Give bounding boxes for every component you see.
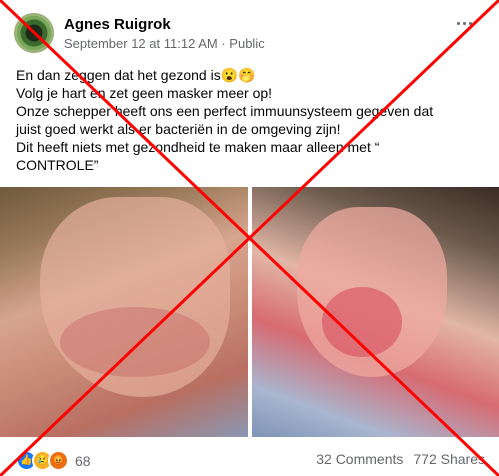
angry-reaction-icon: 😡 — [48, 450, 69, 471]
post-text-line: En dan zeggen dat het gezond is😮🤭 — [16, 67, 256, 83]
photo-right[interactable] — [252, 187, 499, 437]
author-name[interactable]: Agnes Ruigrok — [64, 16, 265, 33]
separator: · — [221, 35, 226, 51]
reactions[interactable]: 👍 😢 😡 68 — [16, 450, 91, 471]
post-footer: 👍 😢 😡 68 32 Comments 772 Shares — [0, 441, 499, 476]
post-text: En dan zeggen dat het gezond is😮🤭 Volg j… — [16, 66, 486, 174]
irritation-shape — [60, 307, 210, 377]
post-date[interactable]: September 12 at 11:12 AM — [64, 36, 218, 51]
irritation-shape — [322, 287, 402, 357]
post-subline: September 12 at 11:12 AM · Public — [64, 36, 265, 51]
post-meta: Agnes Ruigrok September 12 at 11:12 AM ·… — [64, 16, 265, 51]
post-header: Agnes Ruigrok September 12 at 11:12 AM ·… — [14, 10, 265, 56]
reaction-count[interactable]: 68 — [75, 453, 91, 469]
shares-link[interactable]: 772 Shares — [413, 451, 485, 467]
more-options-icon[interactable] — [457, 22, 477, 30]
post-photos — [0, 187, 499, 437]
post-text-line: juist goed werkt als er bacteriën in de … — [16, 121, 341, 137]
audience-label: Public — [229, 35, 265, 51]
post-stats: 32 Comments 772 Shares — [316, 451, 485, 467]
post-text-line: Dit heeft niets met gezondheid te maken … — [16, 139, 380, 155]
avatar[interactable] — [14, 13, 54, 53]
post-text-line: Volg je hart en zet geen masker meer op! — [16, 85, 273, 101]
comments-link[interactable]: 32 Comments — [316, 451, 403, 467]
photo-left[interactable] — [0, 187, 248, 437]
post-text-line: CONTROLE” — [16, 157, 99, 173]
post-text-line: Onze schepper heeft ons een perfect immu… — [16, 103, 434, 119]
facebook-post: Agnes Ruigrok September 12 at 11:12 AM ·… — [0, 0, 499, 476]
